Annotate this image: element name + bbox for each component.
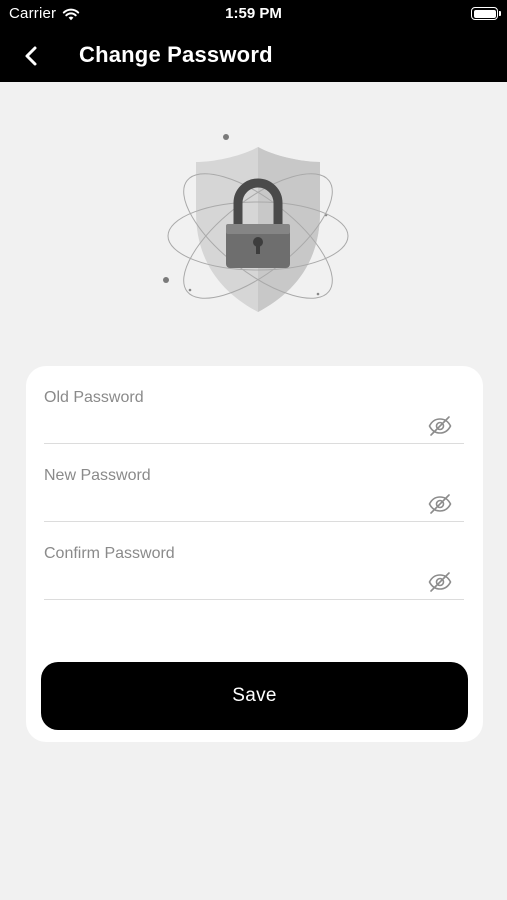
old-password-input[interactable] <box>44 412 414 438</box>
back-button[interactable] <box>18 41 46 69</box>
old-password-label: Old Password <box>44 389 144 406</box>
old-password-visibility-toggle[interactable] <box>428 414 452 438</box>
confirm-password-input[interactable] <box>44 568 414 594</box>
new-password-visibility-toggle[interactable] <box>428 492 452 516</box>
chevron-left-icon <box>25 46 37 66</box>
save-button[interactable]: Save <box>41 662 468 730</box>
eye-off-icon <box>428 572 452 592</box>
header: Change Password <box>0 28 507 82</box>
status-time: 1:59 PM <box>225 5 282 22</box>
confirm-password-field: Confirm Password <box>44 522 464 600</box>
eye-off-icon <box>428 416 452 436</box>
change-password-form: Old Password New Password Confirm Passwo… <box>26 366 483 742</box>
status-bar: Carrier 1:59 PM <box>0 0 507 28</box>
battery-icon <box>471 7 501 20</box>
shield-lock-icon <box>163 134 349 312</box>
new-password-label: New Password <box>44 467 151 484</box>
eye-off-icon <box>428 494 452 514</box>
confirm-password-visibility-toggle[interactable] <box>428 570 452 594</box>
old-password-field: Old Password <box>44 366 464 444</box>
new-password-field: New Password <box>44 444 464 522</box>
page-title: Change Password <box>79 42 273 67</box>
new-password-input[interactable] <box>44 490 414 516</box>
confirm-password-label: Confirm Password <box>44 545 175 562</box>
